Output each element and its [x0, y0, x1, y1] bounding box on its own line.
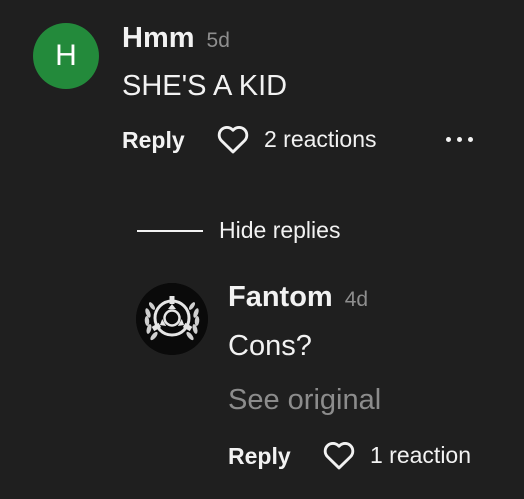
comment-text: SHE'S A KID [122, 70, 288, 102]
reactions-count: 1 reaction [370, 441, 472, 468]
heart-outline-icon [323, 442, 355, 470]
hide-replies-label: Hide replies [219, 217, 341, 243]
comment-age: 5d [206, 29, 230, 52]
see-original-link[interactable]: See original [228, 384, 381, 417]
more-dots-icon [457, 137, 462, 142]
reply-button[interactable]: Reply [122, 127, 185, 154]
divider-line [137, 229, 203, 232]
reply-header: Fantom 4d [228, 281, 368, 314]
scp-emblem-icon [136, 283, 208, 355]
avatar[interactable] [136, 283, 208, 355]
comment-author[interactable]: Hmm [122, 22, 195, 55]
comment-header: Hmm 5d [122, 22, 230, 55]
comment-thread: H Hmm 5d SHE'S A KID Reply 2 reactions H… [0, 0, 524, 499]
more-dots-icon [446, 137, 451, 142]
more-options-button[interactable] [446, 137, 473, 142]
avatar-initial: H [55, 39, 77, 72]
reactions-button[interactable]: 1 reaction [322, 440, 471, 470]
avatar[interactable]: H [33, 23, 99, 89]
reactions-button[interactable]: 2 reactions [216, 124, 377, 154]
reply-button[interactable]: Reply [228, 443, 291, 470]
reply-author[interactable]: Fantom [228, 281, 333, 314]
reactions-count: 2 reactions [264, 125, 377, 152]
reply-text: Cons? [228, 330, 312, 362]
reply-age: 4d [344, 288, 369, 311]
hide-replies-toggle[interactable]: Hide replies [137, 217, 340, 244]
heart-outline-icon [217, 126, 249, 154]
more-dots-icon [468, 137, 473, 142]
